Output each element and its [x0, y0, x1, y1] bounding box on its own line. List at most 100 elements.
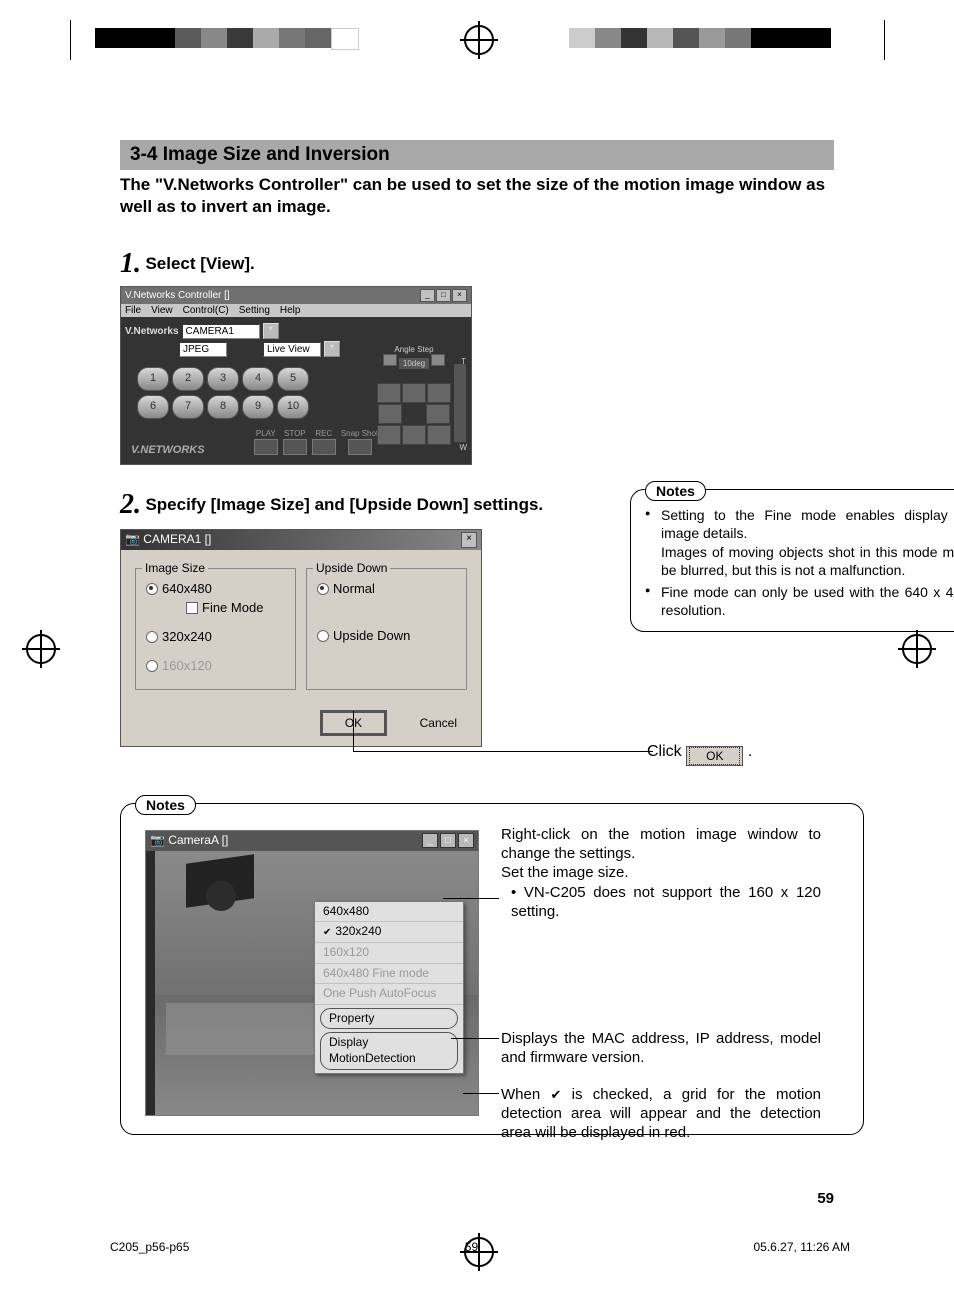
menu-view[interactable]: View	[151, 305, 173, 316]
rec-icon[interactable]	[312, 439, 336, 455]
preset-1[interactable]: 1	[137, 367, 169, 391]
footer: C205_p56-p65 59 05.6.27, 11:26 AM	[110, 1240, 850, 1254]
preset-2[interactable]: 2	[172, 367, 204, 391]
menu-file[interactable]: File	[125, 305, 141, 316]
arrow-n-icon[interactable]	[402, 383, 426, 403]
note-text: Right-click on the motion image window t…	[501, 826, 821, 922]
preset-8[interactable]: 8	[207, 395, 239, 419]
zoom-w-label: W	[459, 443, 467, 452]
window-title: CameraA []	[168, 833, 228, 847]
maximize-icon[interactable]: □	[436, 289, 451, 302]
step-text: Select [View].	[145, 254, 254, 273]
minimize-icon[interactable]: _	[420, 289, 435, 302]
registration-icon	[902, 634, 932, 664]
groupbox-title: Upside Down	[313, 561, 390, 575]
menu-help[interactable]: Help	[280, 305, 301, 316]
radio-640x480[interactable]	[146, 583, 158, 595]
angle-prev-icon[interactable]	[383, 354, 397, 366]
dropdown-arrow-icon[interactable]: ▾	[263, 323, 279, 339]
minimize-icon[interactable]: _	[422, 833, 438, 848]
radio-160x120	[146, 660, 158, 672]
callout-line	[463, 1093, 499, 1094]
menu-320x240[interactable]: 320x240	[315, 922, 463, 943]
menu-160x120: 160x120	[315, 943, 463, 964]
preset-7[interactable]: 7	[172, 395, 204, 419]
preset-5[interactable]: 5	[277, 367, 309, 391]
play-label: PLAY	[256, 429, 276, 438]
footer-page: 59	[465, 1240, 478, 1254]
menu-640x480[interactable]: 640x480	[315, 902, 463, 923]
vnetworks-logo: V.NETWORKS	[131, 444, 205, 456]
rec-label: REC	[315, 429, 332, 438]
controller-window: V.Networks Controller [] _ □ × File View…	[120, 286, 472, 465]
preset-4[interactable]: 4	[242, 367, 274, 391]
preset-3[interactable]: 3	[207, 367, 239, 391]
camera-select[interactable]: CAMERA1	[182, 324, 260, 339]
registration-bar-left	[95, 28, 385, 48]
stop-icon[interactable]	[283, 439, 307, 455]
arrow-w-icon[interactable]	[378, 404, 402, 424]
note-text: Displays the MAC address, IP address, mo…	[501, 1030, 821, 1068]
notes-box: Notes 📷 CameraA [] _ □ × 640x480	[120, 803, 864, 1135]
close-icon[interactable]: ×	[452, 289, 467, 302]
section-title: 3-4 Image Size and Inversion	[120, 140, 834, 170]
close-icon[interactable]: ×	[458, 833, 474, 848]
note-bullet: Fine mode can only be used with the 640 …	[645, 583, 954, 619]
callout-line	[443, 898, 499, 899]
note-text: When ✔ is checked, a grid for the motion…	[501, 1086, 821, 1142]
arrow-sw-icon[interactable]	[377, 425, 401, 445]
format-select[interactable]: JPEG	[179, 342, 227, 357]
arrow-s-icon[interactable]	[402, 425, 426, 445]
preset-10[interactable]: 10	[277, 395, 309, 419]
play-icon[interactable]	[254, 439, 278, 455]
registration-bar-right	[569, 28, 859, 48]
preset-6[interactable]: 6	[137, 395, 169, 419]
ok-button-chip: OK	[689, 747, 740, 765]
menu-control[interactable]: Control(C)	[183, 305, 229, 316]
registration-icon	[464, 25, 494, 55]
groupbox-title: Image Size	[142, 561, 208, 575]
menu-setting[interactable]: Setting	[239, 305, 270, 316]
radio-upside-down[interactable]	[317, 630, 329, 642]
callout-line	[451, 1038, 499, 1039]
step-number: 1.	[120, 248, 141, 279]
arrow-ne-icon[interactable]	[427, 383, 451, 403]
dropdown-arrow-icon[interactable]: ▾	[324, 341, 340, 357]
camera-view[interactable]: 640x480 320x240 160x120 640x480 Fine mod…	[146, 851, 478, 1115]
notes-label: Notes	[135, 795, 196, 815]
cancel-button[interactable]: Cancel	[410, 715, 467, 731]
menu-autofocus: One Push AutoFocus	[315, 984, 463, 1005]
zoom-slider[interactable]	[453, 363, 467, 443]
radio-normal[interactable]	[317, 583, 329, 595]
arrow-se-icon[interactable]	[427, 425, 451, 445]
window-title: V.Networks Controller []	[125, 290, 230, 301]
window-title: CAMERA1 []	[143, 532, 211, 546]
crop-mark	[884, 20, 885, 60]
preset-9[interactable]: 9	[242, 395, 274, 419]
angle-step-label: Angle Step	[394, 345, 433, 354]
vnetworks-label: V.Networks	[125, 326, 179, 337]
maximize-icon[interactable]: □	[440, 833, 456, 848]
intro-text: The "V.Networks Controller" can be used …	[120, 174, 834, 218]
footer-file: C205_p56-p65	[110, 1240, 189, 1254]
arrow-nw-icon[interactable]	[377, 383, 401, 403]
radio-320x240[interactable]	[146, 631, 158, 643]
notes-box: Notes Setting to the Fine mode enables d…	[630, 489, 954, 632]
check-icon: ✔	[550, 1087, 561, 1102]
angle-value: 10deg	[399, 358, 429, 369]
crop-mark	[70, 20, 71, 60]
menu-fine-mode: 640x480 Fine mode	[315, 964, 463, 985]
close-icon[interactable]: ×	[461, 532, 477, 548]
arrow-e-icon[interactable]	[426, 404, 450, 424]
page-number: 59	[817, 1190, 834, 1207]
checkbox-fine-mode[interactable]	[186, 602, 198, 614]
menu-property[interactable]: Property	[320, 1008, 458, 1030]
context-menu: 640x480 320x240 160x120 640x480 Fine mod…	[314, 901, 464, 1074]
menu-motion-detection[interactable]: Display MotionDetection	[320, 1032, 458, 1069]
menu-bar: File View Control(C) Setting Help	[121, 304, 471, 317]
angle-next-icon[interactable]	[431, 354, 445, 366]
camera-window: 📷 CameraA [] _ □ × 640x480 320x240 160x1…	[145, 830, 479, 1116]
camera-settings-window: 📷 CAMERA1 [] × Image Size 640x480 Fine M…	[120, 529, 482, 747]
liveview-select[interactable]: Live View	[263, 342, 321, 357]
callout-line	[353, 711, 354, 752]
